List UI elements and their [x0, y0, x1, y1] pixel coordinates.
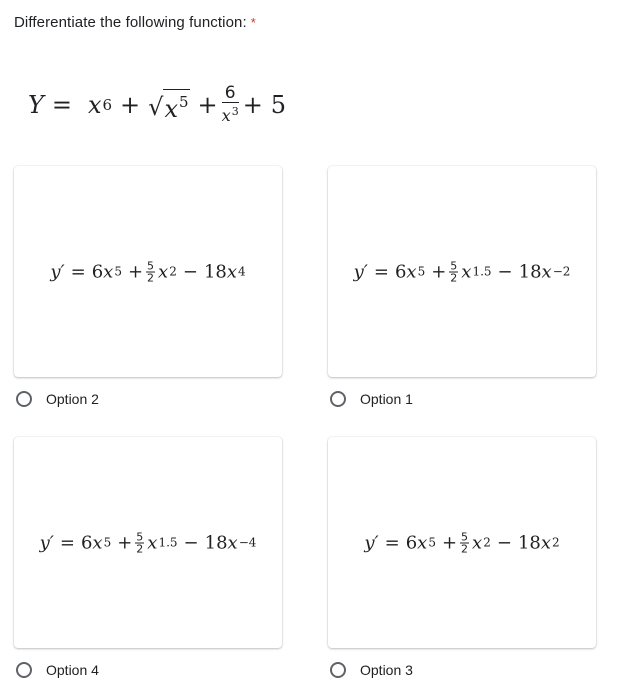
plus-sign: +: [120, 90, 141, 119]
eq-coef: 18: [203, 261, 227, 282]
eq-lhs: y′: [50, 261, 65, 282]
eq-base: x: [541, 261, 552, 282]
eq-coef: 18: [518, 261, 542, 282]
term1-exp: 6: [102, 95, 113, 114]
question-text: Differentiate the following function:: [14, 14, 247, 31]
fraction: 6 x3: [222, 84, 239, 125]
option-choice[interactable]: Option 4: [16, 662, 99, 678]
eq-base: x: [461, 261, 472, 282]
option-equation: y′ = 6x5 + 52 x2 − 18 x 4: [14, 260, 282, 283]
eq-coef: 6: [394, 261, 407, 282]
eq-sign: =: [384, 532, 400, 553]
eq-op: −: [182, 261, 198, 282]
eq-exp: −4: [238, 535, 257, 550]
radio-button[interactable]: [330, 391, 346, 407]
eq-fraction: 52: [135, 531, 145, 555]
function-lhs: Y: [28, 90, 44, 119]
eq-base: x: [472, 532, 483, 553]
question-function: Y = x6 + √ x5 + 6 x3 + 5: [28, 84, 286, 125]
option-image-card[interactable]: y′ = 6x5 + 52 x2 − 18 x 4: [14, 166, 282, 377]
option-choice[interactable]: Option 3: [330, 662, 413, 678]
eq-frac-den: 2: [136, 542, 144, 555]
eq-base: x: [158, 261, 169, 282]
eq-base: x: [417, 532, 428, 553]
eq-exp: 1.5: [472, 264, 492, 279]
equals-sign: =: [51, 90, 72, 119]
eq-op: +: [117, 532, 133, 553]
option-equation: y′ = 6x5 + 52 x 1.5 − 18 x −4: [14, 531, 282, 554]
option-choice[interactable]: Option 1: [330, 391, 413, 407]
eq-coef: 18: [204, 532, 228, 553]
eq-op: −: [183, 532, 199, 553]
eq-frac-den: 2: [450, 271, 458, 284]
plus-sign: +: [197, 90, 218, 119]
radical-icon: √: [148, 92, 164, 121]
eq-coef: 6: [405, 532, 418, 553]
radio-button[interactable]: [16, 391, 32, 407]
eq-op: +: [431, 261, 447, 282]
eq-exp: 5: [114, 264, 122, 279]
eq-base: x: [406, 261, 417, 282]
eq-exp: 5: [103, 535, 112, 550]
option-label: Option 4: [46, 662, 99, 678]
eq-lhs: y′: [39, 532, 54, 553]
option-image-card[interactable]: y′ = 6x5 + 52 x 1.5 − 18 x −4: [14, 437, 282, 648]
eq-exp: 5: [417, 264, 426, 279]
eq-lhs: y′: [353, 261, 368, 282]
eq-exp: 2: [169, 264, 177, 279]
constant-term: 5: [270, 90, 287, 119]
option-choice[interactable]: Option 2: [16, 391, 99, 407]
option-label: Option 3: [360, 662, 413, 678]
eq-fraction: 52: [146, 260, 156, 284]
eq-exp: 1.5: [158, 535, 178, 550]
eq-base: x: [103, 261, 114, 282]
option-equation: y′ = 6x5 + 52 x2 − 18 x 2: [328, 531, 596, 554]
term1-base: x: [87, 90, 102, 119]
eq-exp: 2: [552, 535, 560, 550]
eq-base: x: [147, 532, 158, 553]
eq-fraction: 52: [460, 531, 470, 555]
eq-exp: 2: [483, 535, 491, 550]
option-equation: y′ = 6x5 + 52 x 1.5 − 18 x −2: [328, 260, 596, 283]
eq-fraction: 52: [449, 260, 459, 284]
eq-coef: 6: [80, 532, 93, 553]
question-title: Differentiate the following function: *: [14, 14, 256, 31]
fraction-denominator-base: x: [221, 106, 231, 125]
radio-button[interactable]: [16, 662, 32, 678]
eq-sign: =: [70, 261, 86, 282]
eq-coef: 18: [517, 532, 541, 553]
eq-frac-den: 2: [461, 542, 469, 555]
eq-exp: −2: [552, 264, 571, 279]
eq-op: −: [497, 261, 513, 282]
eq-sign: =: [373, 261, 389, 282]
eq-op: −: [496, 532, 512, 553]
eq-exp: 5: [428, 535, 436, 550]
eq-coef: 6: [91, 261, 104, 282]
eq-op: +: [127, 261, 144, 282]
plus-sign: +: [242, 90, 263, 119]
eq-frac-den: 2: [147, 271, 155, 284]
eq-base: x: [92, 532, 103, 553]
term2-base: x: [164, 94, 178, 123]
term2-exp: 5: [179, 92, 189, 111]
square-root: √ x5: [148, 88, 190, 123]
option-label: Option 1: [360, 391, 413, 407]
eq-base: x: [226, 261, 237, 282]
required-asterisk: *: [250, 15, 256, 30]
eq-lhs: y′: [364, 532, 379, 553]
eq-op: +: [441, 532, 458, 553]
eq-exp: 4: [238, 264, 246, 279]
fraction-numerator: 6: [221, 84, 239, 103]
option-image-card[interactable]: y′ = 6x5 + 52 x2 − 18 x 2: [328, 437, 596, 648]
eq-base: x: [227, 532, 238, 553]
eq-sign: =: [59, 532, 75, 553]
eq-base: x: [540, 532, 551, 553]
option-image-card[interactable]: y′ = 6x5 + 52 x 1.5 − 18 x −2: [328, 166, 596, 377]
fraction-denominator-exp: 3: [231, 105, 239, 118]
radio-button[interactable]: [330, 662, 346, 678]
option-label: Option 2: [46, 391, 99, 407]
